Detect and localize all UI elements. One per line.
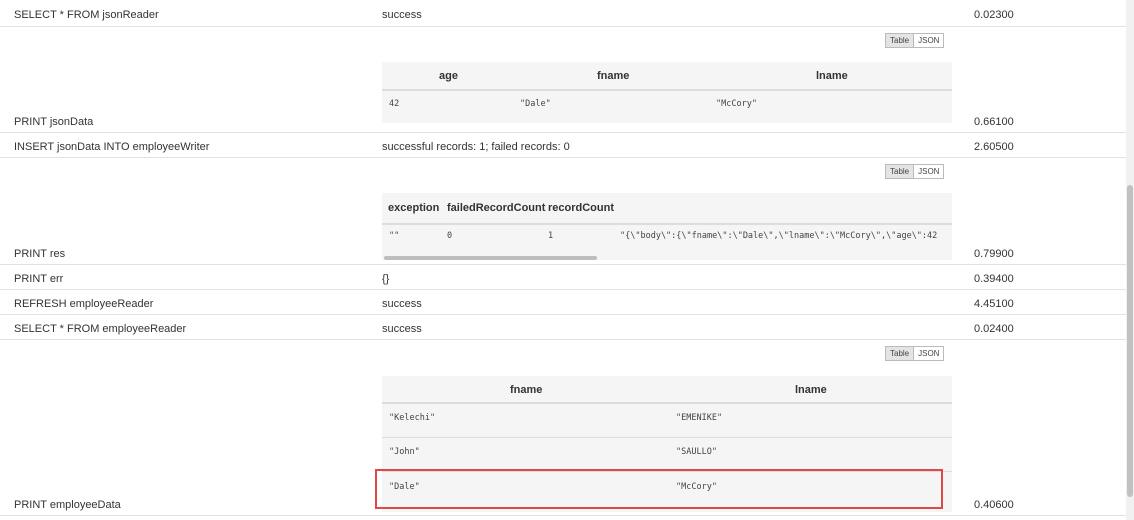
- result-text: success: [382, 323, 422, 335]
- command-text: PRINT err: [14, 273, 64, 285]
- result-row: Table JSON age fname lname 42 "Dale" "Mc…: [0, 27, 1126, 133]
- time-text: 0.39400: [974, 273, 1014, 285]
- res-table: exception failedRecordCount recordCount …: [382, 193, 952, 260]
- column-header-failedrecordcount: failedRecordCount: [447, 202, 546, 214]
- table-view-button[interactable]: Table: [885, 33, 914, 48]
- command-text: PRINT res: [14, 248, 66, 260]
- highlight-box: [375, 469, 943, 509]
- result-text: success: [382, 9, 422, 21]
- table-cell: "SAULLO": [676, 447, 717, 457]
- command-text: INSERT jsonData INTO employeeWriter: [14, 141, 210, 153]
- column-header-fname: fname: [510, 384, 543, 396]
- table-cell: 0: [447, 231, 453, 241]
- table-cell: "Dale": [520, 99, 551, 109]
- table-view-button[interactable]: Table: [885, 346, 914, 361]
- view-toggle: Table JSON: [885, 346, 945, 361]
- header-divider: [382, 402, 952, 404]
- json-view-button[interactable]: JSON: [913, 164, 945, 179]
- horizontal-scrollbar[interactable]: [384, 256, 597, 260]
- view-toggle: Table JSON: [885, 164, 945, 179]
- result-text: {}: [382, 273, 390, 285]
- table-view-button[interactable]: Table: [885, 164, 914, 179]
- result-row: SELECT * FROM employeeReader success 0.0…: [0, 315, 1126, 340]
- command-text: SELECT * FROM jsonReader: [14, 9, 159, 21]
- result-text: successful records: 1; failed records: 0: [382, 141, 570, 153]
- time-text: 0.79900: [974, 248, 1014, 260]
- table-cell: 42: [389, 99, 400, 109]
- result-text: success: [382, 298, 422, 310]
- column-header-recordcount: recordCount: [548, 202, 614, 214]
- result-row: Table JSON exception failedRecordCount r…: [0, 158, 1126, 265]
- time-text: 0.66100: [974, 116, 1014, 128]
- command-text: PRINT jsonData: [14, 116, 94, 128]
- command-text: REFRESH employeeReader: [14, 298, 154, 310]
- vertical-scrollbar-thumb[interactable]: [1127, 185, 1133, 497]
- column-header-exception: exception: [388, 202, 440, 214]
- time-text: 0.02300: [974, 9, 1014, 21]
- table-cell: "": [389, 231, 400, 241]
- column-header-fname: fname: [597, 70, 630, 82]
- json-view-button[interactable]: JSON: [913, 33, 945, 48]
- time-text: 0.02400: [974, 323, 1014, 335]
- column-header-lname: lname: [795, 384, 827, 396]
- json-data-table: age fname lname 42 "Dale" "McCory": [382, 62, 952, 123]
- result-row: PRINT err {} 0.39400: [0, 265, 1126, 290]
- result-row: SELECT * FROM jsonReader success 0.02300: [0, 0, 1126, 27]
- result-row: INSERT jsonData INTO employeeWriter succ…: [0, 133, 1126, 158]
- time-text: 2.60500: [974, 141, 1014, 153]
- command-text: PRINT employeeData: [14, 499, 121, 511]
- command-text: SELECT * FROM employeeReader: [14, 323, 187, 335]
- time-text: 0.40600: [974, 499, 1014, 511]
- table-cell: "John": [389, 447, 420, 457]
- header-divider: [382, 89, 952, 91]
- header-divider: [382, 223, 952, 225]
- table-cell: "McCory": [716, 99, 757, 109]
- column-header-lname: lname: [816, 70, 848, 82]
- query-results-panel: SELECT * FROM jsonReader success 0.02300…: [0, 0, 1126, 520]
- table-cell: "Kelechi": [389, 413, 436, 423]
- table-cell: "{\"body\":{\"fname\":\"Dale\",\"lname\"…: [620, 231, 938, 241]
- vertical-scrollbar[interactable]: [1126, 0, 1134, 520]
- result-row: REFRESH employeeReader success 4.45100: [0, 290, 1126, 315]
- time-text: 4.45100: [974, 298, 1014, 310]
- table-cell: "EMENIKE": [676, 413, 723, 423]
- json-view-button[interactable]: JSON: [913, 346, 945, 361]
- view-toggle: Table JSON: [885, 33, 945, 48]
- table-cell: 1: [548, 231, 554, 241]
- row-divider: [382, 437, 952, 438]
- column-header-age: age: [439, 70, 458, 82]
